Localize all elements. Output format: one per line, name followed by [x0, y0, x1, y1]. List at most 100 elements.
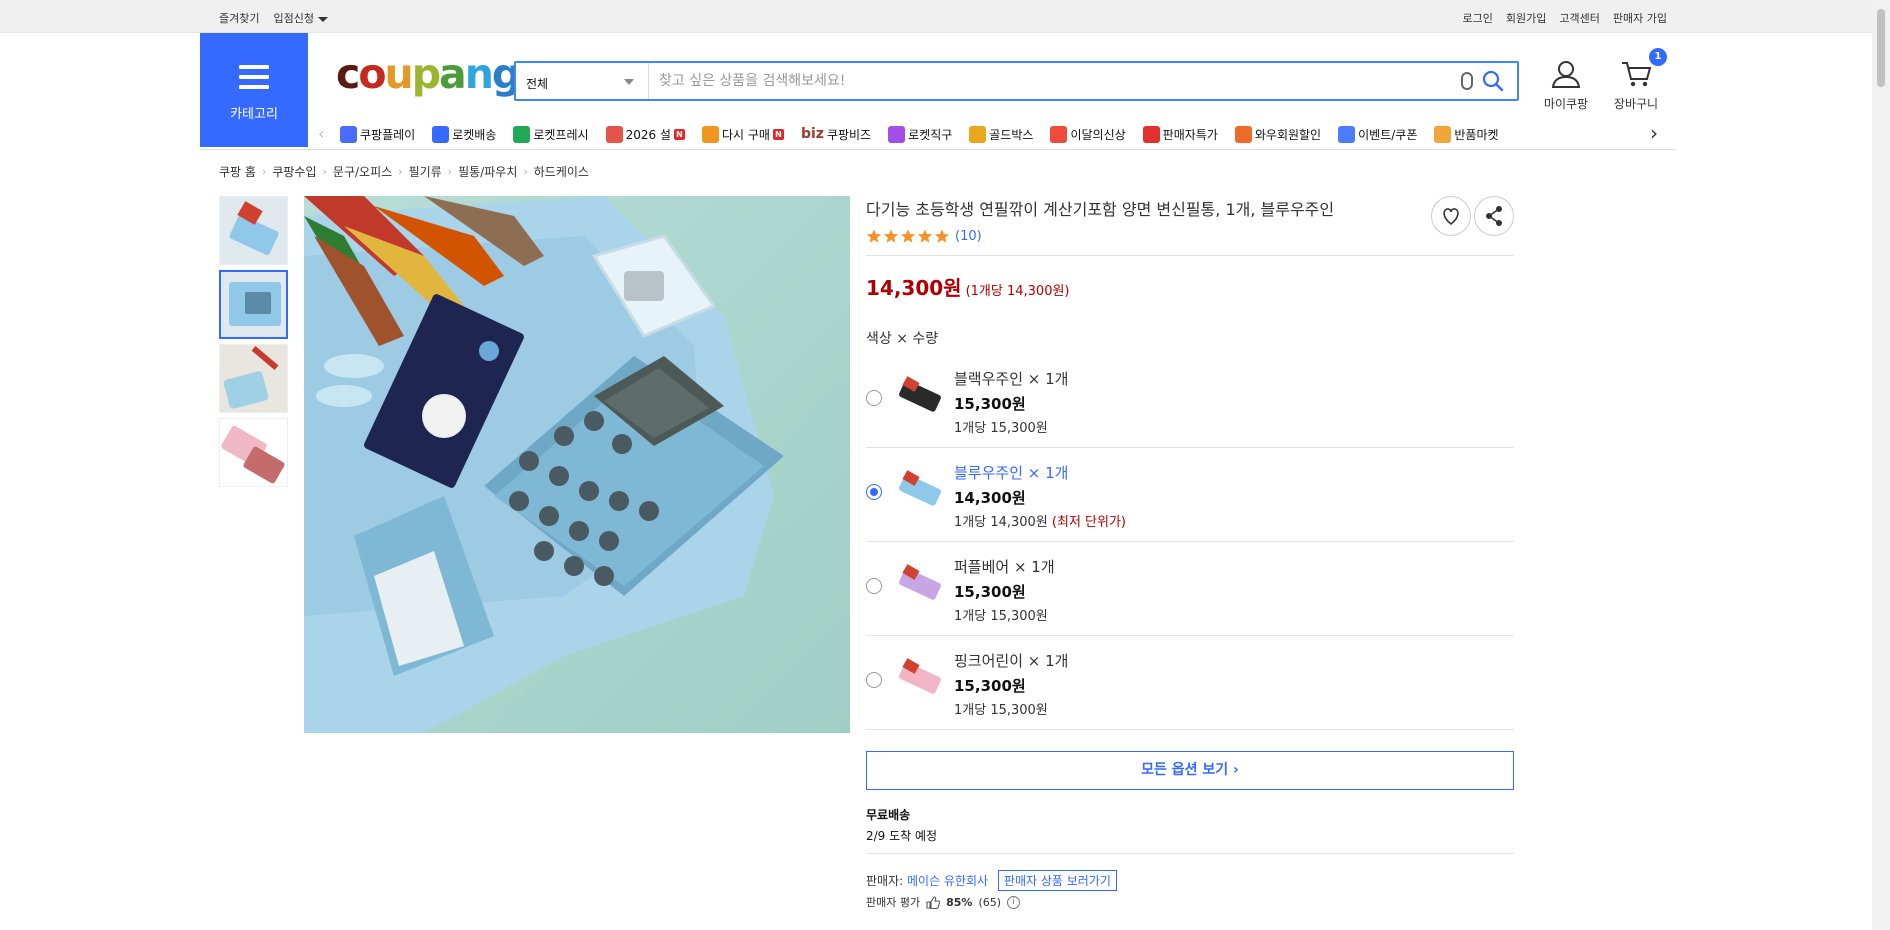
login-link[interactable]: 로그인 [1463, 10, 1493, 26]
nav-item-label: 로켓배송 [452, 127, 497, 142]
new-badge: N [673, 128, 685, 140]
star-icon [901, 229, 915, 243]
nav-item-label: 쿠팡비즈 [826, 127, 872, 142]
nav-item-12[interactable]: 반품마켓 [1434, 125, 1499, 143]
nav-item-4[interactable]: 다시 구매 N [701, 125, 784, 143]
review-count[interactable]: (10) [955, 229, 982, 244]
option-price: 14,300원 [954, 489, 1026, 507]
nav-item-label: 이달의신상 [1070, 127, 1126, 142]
coupang-logo[interactable]: coupang [336, 54, 521, 95]
chevron-right-icon: › [322, 165, 327, 178]
nav-item-3[interactable]: 2026 설N [605, 125, 685, 143]
option-row[interactable]: 블루우주인 × 1개 14,300원 1개당 14,300원 (최저 단위가) [866, 449, 1514, 542]
breadcrumb-item[interactable]: 문구/오피스 [333, 163, 392, 180]
breadcrumb-item[interactable]: 필통/파우치 [458, 163, 517, 180]
thumbnail-list [219, 196, 288, 492]
header-divider [200, 149, 1676, 150]
rocket-fresh-icon [513, 125, 531, 143]
unit-price: (1개당 14,300원) [965, 284, 1070, 299]
option-radio[interactable] [866, 672, 882, 688]
nav-item-7[interactable]: 골드박스 [969, 125, 1033, 143]
seller-name-link[interactable]: 메이슨 유한회사 [907, 874, 988, 888]
seller-products-link[interactable]: 판매자 상품 보러가기 [997, 870, 1117, 891]
cart-button[interactable]: 장바구니 1 [1610, 48, 1667, 112]
nav-item-label: 이벤트/쿠폰 [1358, 127, 1418, 142]
search-scope-select[interactable]: 전체 [516, 63, 649, 99]
nav-prev-arrow[interactable]: ‹ [318, 124, 324, 143]
chevron-right-icon: › [523, 165, 528, 178]
category-label: 카테고리 [230, 107, 278, 122]
all-options-button[interactable]: 모든 옵션 보기 › [866, 751, 1514, 790]
option-price: 15,300원 [954, 395, 1026, 413]
nav-item-6[interactable]: 로켓직구 [888, 125, 952, 143]
wishlist-button[interactable] [1431, 196, 1471, 236]
product-price: 14,300원 (1개당 14,300원) [866, 276, 1070, 300]
seller-apply-link[interactable]: 입점신청 [273, 10, 328, 26]
rocket-icon [432, 125, 450, 143]
mypage-label: 마이쿠팡 [1543, 97, 1589, 111]
nav-item-8[interactable]: 이달의신상 [1050, 125, 1126, 143]
option-row[interactable]: 핑크어린이 × 1개 15,300원 1개당 15,300원 [866, 637, 1514, 730]
gift-icon [605, 125, 623, 143]
signup-link[interactable]: 회원가입 [1506, 10, 1546, 26]
option-row[interactable]: 블랙우주인 × 1개 15,300원 1개당 15,300원 [866, 355, 1514, 448]
star-icon [867, 229, 881, 243]
option-name: 블랙우주인 × 1개 [954, 370, 1069, 388]
coupon-icon [1338, 125, 1356, 143]
page-scrollbar[interactable] [1872, 0, 1890, 930]
seller-rating-percent: 85% [946, 895, 973, 909]
option-radio[interactable] [866, 484, 882, 500]
nav-item-label: 판매자특가 [1162, 127, 1218, 142]
microphone-icon[interactable] [1461, 72, 1473, 90]
nav-item-10[interactable]: 와우회원할인 [1234, 125, 1321, 143]
nav-item-11[interactable]: 이벤트/쿠폰 [1338, 125, 1418, 143]
option-unit-price: 1개당 15,300원 [954, 703, 1048, 718]
option-radio[interactable] [866, 390, 882, 406]
breadcrumb-item[interactable]: 하드케이스 [534, 163, 589, 180]
biz-prefix: biz [800, 126, 824, 142]
customer-center-link[interactable]: 고객센터 [1559, 10, 1599, 26]
option-unit-price: 1개당 14,300원 (최저 단위가) [954, 515, 1126, 530]
option-unit-price: 1개당 15,300원 [954, 421, 1048, 436]
cart-icon [1622, 62, 1652, 87]
bookmark-link[interactable]: 즐겨찾기 [219, 10, 259, 26]
mypage-button[interactable]: 마이쿠팡 [1540, 60, 1592, 112]
thumbnail-3[interactable] [219, 344, 288, 413]
share-button[interactable] [1474, 196, 1514, 236]
breadcrumb-item[interactable]: 쿠팡 홈 [219, 163, 256, 180]
option-label: 색상 × 수량 [866, 331, 939, 347]
thumbnail-1[interactable] [219, 196, 288, 265]
main-product-image[interactable] [304, 196, 850, 733]
cart-label: 장바구니 [1613, 97, 1659, 111]
breadcrumb-item[interactable]: 필기류 [409, 163, 442, 180]
breadcrumb: 쿠팡 홈 › 쿠팡수입 › 문구/오피스 › 필기류 › 필통/파우치 › 하드케이스 [219, 163, 589, 180]
nav-item-9[interactable]: 판매자특가 [1142, 125, 1218, 143]
search-input[interactable] [659, 71, 1449, 91]
option-thumbnail [896, 373, 944, 421]
new-icon [1050, 125, 1068, 143]
option-price: 15,300원 [954, 583, 1026, 601]
chevron-down-icon [624, 79, 634, 85]
seller-signup-link[interactable]: 판매자 가입 [1613, 10, 1667, 26]
info-icon[interactable]: i [1007, 895, 1021, 909]
rocket-global-icon [888, 125, 906, 143]
product-title: 다기능 초등학생 연필깎이 계산기포함 양면 변신필통, 1개, 블루우주인 [866, 200, 1335, 219]
seller-rating-count: (65) [978, 895, 1002, 909]
thumbnail-4[interactable] [219, 418, 288, 487]
nav-item-5[interactable]: biz 쿠팡비즈 [801, 126, 871, 143]
thumbnail-2[interactable] [219, 270, 288, 339]
nav-item-0[interactable]: 쿠팡플레이 [340, 125, 415, 143]
nav-item-2[interactable]: 로켓프레시 [513, 125, 589, 143]
option-row[interactable]: 퍼플베어 × 1개 15,300원 1개당 15,300원 [866, 543, 1514, 636]
scrollbar-thumb[interactable] [1876, 8, 1886, 88]
nav-item-1[interactable]: 로켓배송 [432, 125, 497, 143]
product-rating[interactable]: (10) [866, 228, 982, 244]
divider [866, 853, 1514, 854]
search-icon[interactable] [1481, 69, 1505, 93]
breadcrumb-item[interactable]: 쿠팡수입 [272, 163, 316, 180]
nav-item-label: 2026 설 [625, 127, 671, 142]
option-radio[interactable] [866, 578, 882, 594]
nav-next-arrow[interactable]: › [1650, 121, 1658, 145]
pencil-case-illustration [304, 196, 850, 733]
category-menu-button[interactable]: 카테고리 [200, 33, 308, 147]
